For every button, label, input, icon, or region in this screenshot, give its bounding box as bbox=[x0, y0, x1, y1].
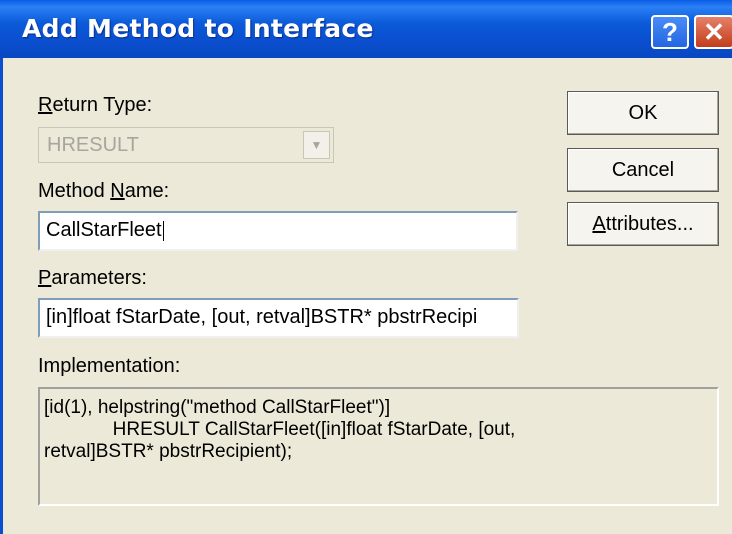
implementation-line: retval]BSTR* pbstrRecipient); bbox=[44, 441, 293, 462]
parameters-label: Parameters: bbox=[38, 267, 147, 289]
implementation-line: HRESULT CallStarFleet([in]float fStarDat… bbox=[44, 419, 516, 440]
implementation-label: Implementation: bbox=[38, 355, 181, 377]
chevron-down-icon: ▼ bbox=[303, 131, 330, 159]
cancel-button[interactable]: Cancel bbox=[567, 148, 719, 192]
ok-button[interactable]: OK bbox=[567, 91, 719, 135]
method-name-input[interactable]: CallStarFleet bbox=[38, 211, 518, 251]
title-bar[interactable]: Add Method to Interface ? ✕ bbox=[0, 0, 732, 58]
window-frame-edge bbox=[0, 58, 3, 534]
attributes-button[interactable]: Attributes... bbox=[567, 202, 719, 246]
close-icon: ✕ bbox=[703, 16, 725, 47]
text-caret bbox=[162, 220, 164, 241]
help-button[interactable]: ? bbox=[651, 15, 689, 49]
parameters-input[interactable]: [in]float fStarDate, [out, retval]BSTR* … bbox=[38, 298, 519, 338]
method-name-label: Method Name: bbox=[38, 180, 170, 202]
help-icon: ? bbox=[662, 16, 678, 47]
close-button[interactable]: ✕ bbox=[694, 15, 732, 49]
dialog-title: Add Method to Interface bbox=[22, 14, 374, 43]
return-type-label: Return Type: bbox=[38, 94, 153, 116]
implementation-line: [id(1), helpstring("method CallStarFleet… bbox=[44, 397, 391, 418]
return-type-value: HRESULT bbox=[47, 134, 139, 156]
add-method-dialog: Add Method to Interface ? ✕ Return Type:… bbox=[0, 0, 732, 534]
return-type-combo: HRESULT ▼ bbox=[38, 127, 334, 163]
implementation-text: [id(1), helpstring("method CallStarFleet… bbox=[38, 387, 719, 506]
